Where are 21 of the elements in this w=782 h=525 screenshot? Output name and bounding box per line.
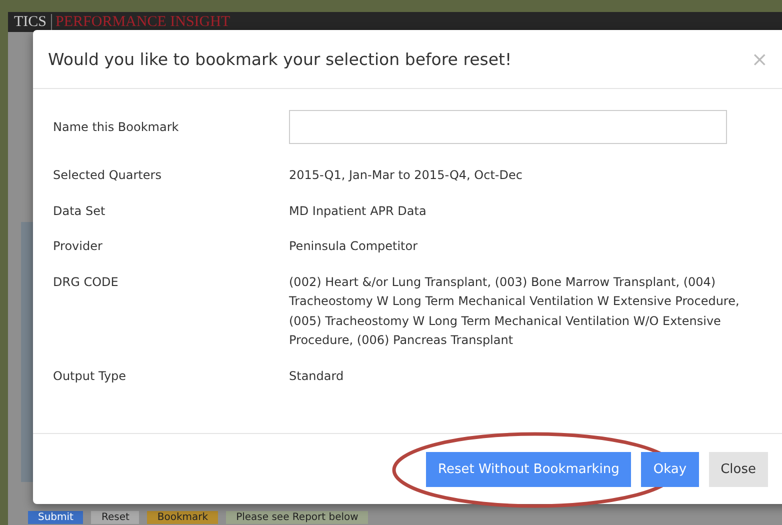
- background-button[interactable]: Please see Report below: [226, 511, 368, 524]
- field-label: Provider: [53, 239, 104, 253]
- field-value: MD Inpatient APR Data: [289, 202, 428, 220]
- field-value: Standard: [289, 368, 345, 384]
- dialog-title: Would you like to bookmark your selection before reset!: [48, 50, 512, 68]
- background-button[interactable]: Bookmark: [147, 511, 218, 524]
- field-label: Name this Bookmark: [53, 120, 180, 134]
- background-button[interactable]: Submit: [28, 511, 84, 524]
- field-value: Peninsula Competitor: [289, 238, 419, 255]
- field-label: Selected Quarters: [53, 168, 162, 182]
- field-label: Data Set: [53, 204, 106, 218]
- dialog-button[interactable]: Close: [708, 452, 768, 486]
- field-value: 2015-Q1, Jan-Mar to 2015-Q4, Oct-Dec: [289, 167, 524, 184]
- dialog-button[interactable]: Reset Without Bookmarking: [426, 452, 632, 486]
- input-field[interactable]: [289, 110, 727, 144]
- dialog-button[interactable]: Okay: [641, 452, 699, 486]
- brand-title: PERFORMANCE INSIGHT: [56, 14, 230, 30]
- field-value: (002) Heart &/or Lung Transplant, (003) Bone Marrow Transplant, (004) Tracheostomy W Long Term Mechanical Ventilation W Extensive Procedure, (005) Tracheostomy W Long Term Mechanical Ventilation W/O Extensive Procedure, (006) Pancreas Transplant: [289, 274, 740, 349]
- background-button[interactable]: Reset: [91, 511, 140, 524]
- field-label: DRG CODE: [53, 274, 120, 288]
- field-label: Output Type: [53, 368, 128, 382]
